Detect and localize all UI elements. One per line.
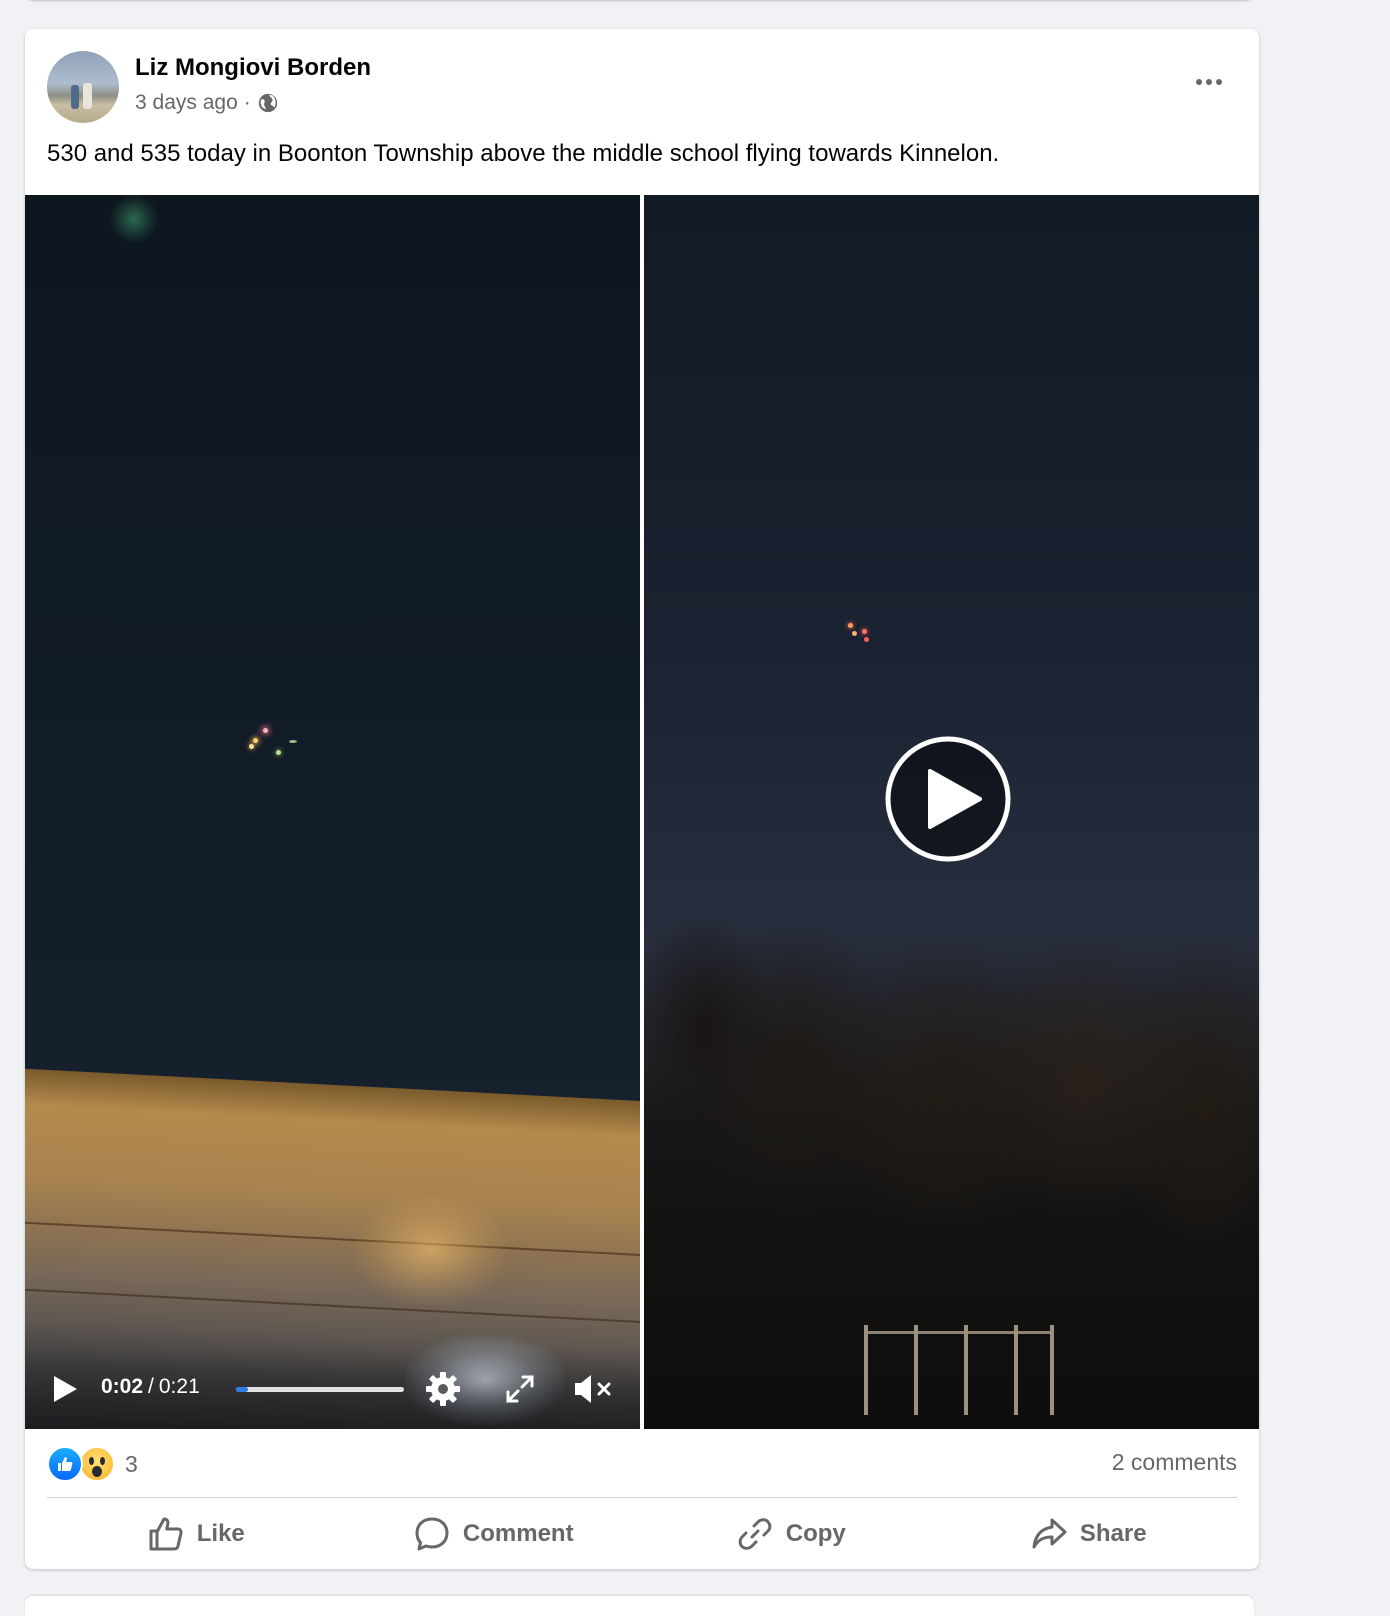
reactions-summary[interactable]: 3 (47, 1446, 138, 1482)
video-progress-bar[interactable] (236, 1387, 404, 1392)
video-time: 0:02 / 0:21 (101, 1375, 200, 1399)
fullscreen-icon[interactable] (502, 1371, 538, 1407)
share-label: Share (1079, 1520, 1147, 1547)
post-text: 530 and 535 today in Boonton Township ab… (47, 140, 1000, 167)
comment-bubble-icon (415, 1517, 449, 1551)
avatar-figure (71, 85, 79, 109)
post-meta: 3 days ago · (135, 91, 279, 115)
progress-fill (236, 1387, 248, 1392)
more-horizontal-icon (1196, 79, 1202, 85)
post-actions: Like Comment Copy Share (47, 1499, 1237, 1569)
comment-button[interactable]: Comment (345, 1499, 643, 1569)
play-circle-icon[interactable] (884, 735, 1012, 863)
more-horizontal-icon (1216, 79, 1222, 85)
meta-separator: · (243, 91, 251, 114)
settings-gear-icon[interactable] (423, 1369, 463, 1409)
wow-reaction-icon (79, 1446, 115, 1482)
like-button[interactable]: Like (47, 1499, 345, 1569)
copy-link-button[interactable]: Copy (642, 1499, 940, 1569)
time-separator: / (148, 1375, 154, 1398)
more-horizontal-icon (1206, 79, 1212, 85)
share-arrow-icon (1032, 1518, 1067, 1549)
author-name[interactable]: Liz Mongiovi Borden (135, 54, 371, 82)
author-avatar[interactable] (47, 51, 119, 123)
current-time: 0:02 (101, 1375, 144, 1398)
video-player-right[interactable] (644, 195, 1259, 1429)
post-card: Liz Mongiovi Borden 3 days ago · 530 and… (25, 29, 1259, 1569)
reaction-count: 3 (125, 1450, 138, 1477)
link-icon (738, 1518, 772, 1550)
muted-speaker-icon[interactable] (572, 1369, 614, 1409)
fence (864, 1325, 1054, 1415)
like-label: Like (196, 1520, 245, 1547)
thumbs-up-icon (149, 1517, 183, 1551)
video-controls: 0:02 / 0:21 (25, 1349, 640, 1429)
video-duration: 0:21 (158, 1375, 200, 1398)
post-timestamp[interactable]: 3 days ago (135, 91, 238, 115)
next-post-card-edge (25, 1596, 1254, 1616)
post-stats: 3 2 comments (47, 1429, 1237, 1498)
more-options-button[interactable] (1187, 67, 1231, 97)
comments-count[interactable]: 2 comments (1112, 1449, 1237, 1476)
post-media: 0:02 / 0:21 (25, 195, 1259, 1429)
sky-glow (110, 195, 158, 243)
share-button[interactable]: Share (940, 1499, 1238, 1569)
globe-icon (258, 93, 277, 113)
play-icon[interactable] (51, 1374, 79, 1404)
video-player-left[interactable]: 0:02 / 0:21 (25, 195, 640, 1429)
post-header: Liz Mongiovi Borden 3 days ago · (25, 29, 1259, 129)
avatar-figure (83, 83, 92, 109)
copy-label: Copy (785, 1520, 846, 1547)
comment-label: Comment (462, 1520, 574, 1547)
light-reflection (355, 1195, 505, 1305)
like-reaction-icon (47, 1446, 83, 1482)
